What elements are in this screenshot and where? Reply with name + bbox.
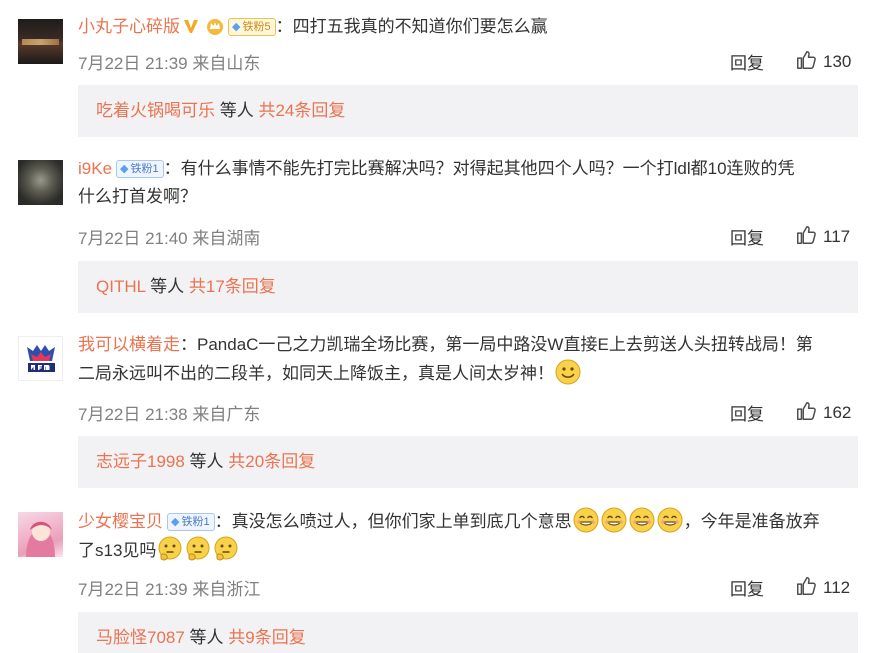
avatar[interactable] bbox=[18, 512, 63, 557]
sub-replies-bar[interactable]: 马脸怪7087 等人 共9条回复 bbox=[78, 612, 858, 653]
colon: ： bbox=[180, 335, 197, 354]
like-button[interactable]: 112 bbox=[795, 575, 850, 598]
location: 来自浙江 bbox=[192, 580, 261, 599]
like-count: 162 bbox=[823, 403, 852, 422]
comment-meta: 7月22日 21:39 来自浙江 bbox=[78, 575, 260, 600]
sub-reply-user[interactable]: 马脸怪7087 bbox=[96, 628, 185, 647]
comment-content: 四打五我真的不知道你们要怎么赢 bbox=[292, 17, 548, 36]
fan-badge-label: 铁粉1 bbox=[181, 516, 210, 528]
sub-reply-mid: 等人 bbox=[215, 101, 259, 120]
comment-content-cont: 了s13见吗 bbox=[78, 541, 157, 560]
thinking-emoji bbox=[213, 536, 239, 562]
timestamp: 7月22日 21:39 bbox=[78, 580, 188, 599]
team-logo-icon bbox=[27, 345, 55, 372]
username-link[interactable]: i9Ke bbox=[78, 159, 112, 178]
reply-button[interactable]: 回复 bbox=[730, 400, 764, 425]
grin-emoji bbox=[629, 507, 655, 533]
location: 来自湖南 bbox=[192, 229, 261, 248]
avatar[interactable] bbox=[18, 19, 63, 64]
thumbs-up-icon bbox=[795, 49, 817, 71]
thumbs-up-icon bbox=[795, 224, 817, 246]
sub-reply-mid: 等人 bbox=[184, 628, 229, 647]
thinking-emoji bbox=[157, 536, 183, 562]
sub-reply-user[interactable]: 吃着火锅喝可乐 bbox=[96, 101, 215, 120]
diamond-icon: ◆ bbox=[171, 516, 180, 528]
comment-text: i9Ke ◆ 铁粉1 ：有什么事情不能先打完比赛解决吗？对得起其他四个人吗？一个打ld… bbox=[78, 155, 858, 183]
username-link[interactable]: 少女樱宝贝 bbox=[78, 512, 163, 531]
thumbs-up-icon bbox=[795, 400, 817, 422]
like-count: 130 bbox=[823, 52, 852, 71]
sub-replies-bar[interactable]: 志远子1998 等人 共20条回复 bbox=[78, 436, 858, 488]
fan-badge-label: 铁粉5 bbox=[242, 21, 271, 33]
sub-reply-user[interactable]: 志远子1998 bbox=[96, 452, 185, 471]
comment-text-cont: 了s13见吗 bbox=[78, 536, 858, 565]
timestamp: 7月22日 21:40 bbox=[78, 229, 188, 248]
comment-content-cont: 二局永远叫不出的二段羊，如同天上降饭主，真是人间太岁神！ bbox=[78, 364, 554, 383]
sub-reply-user[interactable]: QITHL bbox=[96, 277, 145, 296]
comment-text: 少女樱宝贝 ◆ 铁粉1 ：真没怎么喷过人，但你们家上单到底几个意思 ，今年是准备放弃 bbox=[78, 507, 858, 536]
comment-content: PandaC一己之力凯瑞全场比赛，第一局中路没W直接E上去剪送人头扭转战局！第 bbox=[197, 335, 813, 354]
thinking-emoji bbox=[185, 536, 211, 562]
username-link[interactable]: 我可以横着走 bbox=[78, 335, 180, 354]
grin-emoji bbox=[657, 507, 683, 533]
location: 来自山东 bbox=[192, 54, 261, 73]
sub-replies-bar[interactable]: 吃着火锅喝可乐 等人 共24条回复 bbox=[78, 85, 858, 137]
reply-button[interactable]: 回复 bbox=[730, 224, 764, 249]
sub-reply-total-link[interactable]: 共17条回复 bbox=[189, 277, 276, 296]
sub-replies-bar[interactable]: QITHL 等人 共17条回复 bbox=[78, 261, 858, 313]
grin-emoji bbox=[573, 507, 599, 533]
colon: ： bbox=[275, 17, 293, 36]
comment-meta: 7月22日 21:38 来自广东 bbox=[78, 400, 260, 425]
like-count: 112 bbox=[823, 578, 851, 597]
sub-reply-total-link[interactable]: 共20条回复 bbox=[228, 452, 315, 471]
comment-content-tail: ，今年是准备放弃 bbox=[683, 512, 820, 531]
comment-text: 我可以横着走：PandaC一己之力凯瑞全场比赛，第一局中路没W直接E上去剪送人头… bbox=[78, 331, 858, 359]
avatar[interactable] bbox=[18, 160, 63, 205]
sub-reply-mid: 等人 bbox=[184, 452, 229, 471]
comment-meta: 7月22日 21:40 来自湖南 bbox=[78, 224, 260, 249]
colon: ： bbox=[214, 512, 232, 531]
comment-content: 真没怎么喷过人，但你们家上单到底几个意思 bbox=[231, 512, 572, 531]
comment-text: 小丸子心碎版 ◆ 铁粉5 ：四打五我真的不知道你们要怎么赢 bbox=[78, 13, 858, 41]
crown-icon bbox=[207, 19, 223, 35]
reply-button[interactable]: 回复 bbox=[730, 575, 764, 600]
like-button[interactable]: 130 bbox=[795, 49, 851, 72]
verified-v-icon bbox=[184, 20, 198, 33]
fan-badge: ◆ 铁粉5 bbox=[228, 18, 276, 36]
avatar-image bbox=[26, 521, 55, 557]
timestamp: 7月22日 21:39 bbox=[78, 54, 188, 73]
like-button[interactable]: 162 bbox=[795, 400, 851, 423]
comment-meta: 7月22日 21:39 来自山东 bbox=[78, 49, 260, 74]
diamond-icon: ◆ bbox=[120, 163, 129, 175]
sub-reply-mid: 等人 bbox=[145, 277, 189, 296]
avatar[interactable] bbox=[18, 336, 63, 381]
fan-badge: ◆ 铁粉1 bbox=[116, 160, 164, 178]
like-count: 117 bbox=[823, 227, 851, 246]
colon: ： bbox=[163, 159, 181, 178]
sub-reply-total-link[interactable]: 共24条回复 bbox=[258, 101, 345, 120]
comment-text-cont: 什么打首发啊？ bbox=[78, 187, 197, 206]
comment-content: 有什么事情不能先打完比赛解决吗？对得起其他四个人吗？一个打ldl都10连败的凭 bbox=[180, 159, 795, 178]
reply-button[interactable]: 回复 bbox=[730, 49, 764, 74]
timestamp: 7月22日 21:38 bbox=[78, 405, 188, 424]
thumbs-up-icon bbox=[795, 575, 817, 597]
location: 来自广东 bbox=[192, 405, 261, 424]
like-button[interactable]: 117 bbox=[795, 224, 850, 247]
grin-emoji bbox=[601, 507, 627, 533]
comment-text-cont: 二局永远叫不出的二段羊，如同天上降饭主，真是人间太岁神！ bbox=[78, 359, 858, 388]
sub-reply-total-link[interactable]: 共9条回复 bbox=[228, 628, 305, 647]
smile-emoji bbox=[555, 359, 581, 385]
fan-badge-label: 铁粉1 bbox=[130, 163, 159, 175]
diamond-icon: ◆ bbox=[232, 21, 241, 33]
fan-badge: ◆ 铁粉1 bbox=[167, 513, 215, 531]
username-link[interactable]: 小丸子心碎版 bbox=[78, 17, 180, 36]
